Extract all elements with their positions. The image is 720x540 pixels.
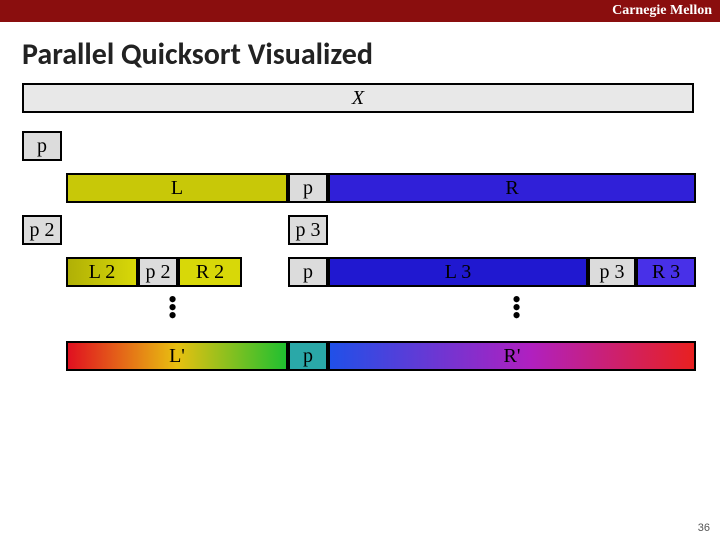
segment-L: L — [66, 173, 288, 203]
L-label: L — [171, 177, 183, 200]
pivot-p: p — [22, 131, 62, 161]
segment-Rprime: R' — [328, 341, 696, 371]
org-label: Carnegie Mellon — [612, 3, 712, 19]
pivot-p2-small: p 2 — [138, 257, 178, 287]
R-label: R — [505, 177, 518, 200]
pivot-p2: p 2 — [22, 215, 62, 245]
p2-label: p 2 — [30, 219, 55, 242]
array-X: X — [22, 83, 694, 113]
L2-label: L 2 — [89, 261, 115, 284]
p5-label: p — [303, 261, 313, 284]
R2-label: R 2 — [196, 261, 224, 284]
page-number: 36 — [698, 522, 710, 534]
ellipsis-left: ••• — [168, 293, 177, 317]
pivot-p3: p 3 — [288, 215, 328, 245]
p-mid-label: p — [303, 177, 313, 200]
segment-R: R — [328, 173, 696, 203]
pivot-p3-small: p 3 — [588, 257, 636, 287]
L3-label: L 3 — [445, 261, 471, 284]
segment-L2: L 2 — [66, 257, 138, 287]
Rprime-label: R' — [504, 345, 521, 368]
segment-Lprime: L' — [66, 341, 288, 371]
p2s-label: p 2 — [146, 261, 171, 284]
segment-R3: R 3 — [636, 257, 696, 287]
p7-label: p — [303, 345, 313, 368]
X-label: X — [352, 87, 364, 110]
header-bar: Carnegie Mellon — [0, 0, 720, 22]
pivot-p-mid: p — [288, 173, 328, 203]
segment-L3: L 3 — [328, 257, 588, 287]
pivot-p-final: p — [288, 341, 328, 371]
pivot-p-row5: p — [288, 257, 328, 287]
p3s-label: p 3 — [600, 261, 625, 284]
p-label: p — [37, 135, 47, 158]
segment-R2: R 2 — [178, 257, 242, 287]
p3-label: p 3 — [296, 219, 321, 242]
ellipsis-right: ••• — [512, 293, 521, 317]
slide-title: Parallel Quicksort Visualized — [0, 22, 720, 83]
Lprime-label: L' — [169, 345, 185, 368]
R3-label: R 3 — [652, 261, 680, 284]
